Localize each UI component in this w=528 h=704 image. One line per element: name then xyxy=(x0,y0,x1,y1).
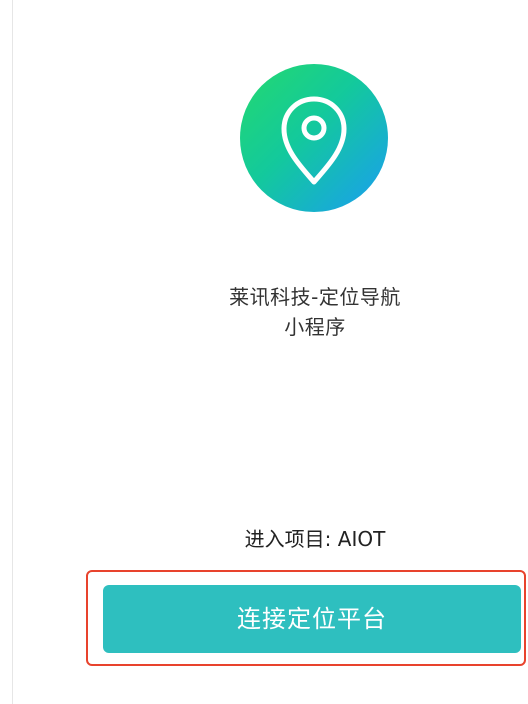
app-name-line1: 莱讯科技-定位导航 xyxy=(229,285,401,309)
location-pin-icon xyxy=(281,96,347,185)
connect-platform-button[interactable]: 连接定位平台 xyxy=(103,585,521,653)
left-divider xyxy=(12,0,13,704)
app-logo xyxy=(240,64,388,212)
app-name-line2: 小程序 xyxy=(284,315,346,339)
project-label: 进入项目: AIOT xyxy=(244,527,386,551)
app-name: 莱讯科技-定位导航 小程序 xyxy=(160,282,470,342)
